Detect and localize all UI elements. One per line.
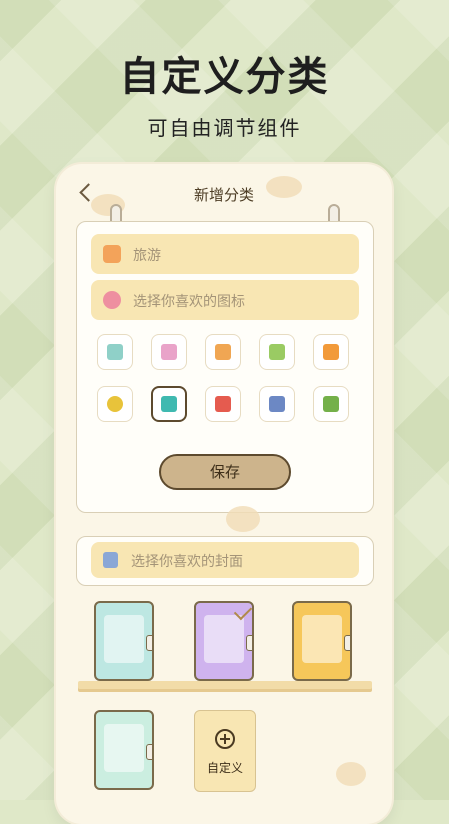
icon-select-placeholder: 选择你喜欢的图标: [133, 294, 245, 310]
icon-option-house[interactable]: [313, 386, 349, 422]
top-bar: 新增分类: [56, 164, 392, 224]
bookshelf: [78, 681, 372, 689]
cookie-decoration: [336, 762, 366, 786]
custom-cover-button[interactable]: 自定义: [194, 710, 256, 792]
promo-subline: 可自由调节组件: [147, 116, 302, 140]
suitcase-icon: [103, 245, 121, 263]
category-name-value: 旅游: [133, 248, 161, 264]
bag-icon: [215, 344, 231, 360]
phone-screen: 新增分类 旅游 选择你喜欢的图标 保存 选择你喜欢的封面 自定义: [56, 164, 392, 824]
cover-christmas[interactable]: [94, 710, 154, 790]
cover-illustration: [302, 615, 342, 663]
book-icon: [215, 396, 231, 412]
category-form-card: 旅游 选择你喜欢的图标 保存: [76, 221, 374, 513]
book-tab: [344, 635, 350, 651]
icon-option-search[interactable]: [97, 386, 133, 422]
cover-illustration: [104, 615, 144, 663]
heart-icon: [103, 291, 121, 309]
icon-option-document[interactable]: [313, 334, 349, 370]
house-icon: [323, 396, 339, 412]
book-tab: [146, 744, 152, 760]
custom-cover-label: 自定义: [206, 761, 243, 775]
plus-icon: [215, 729, 235, 749]
promo-headline: 自定义分类: [119, 54, 330, 100]
cover-girl-reading[interactable]: [94, 601, 154, 681]
icon-option-note[interactable]: [97, 334, 133, 370]
icon-option-book[interactable]: [205, 386, 241, 422]
icon-option-bag[interactable]: [205, 334, 241, 370]
cover-boy-computer[interactable]: [292, 601, 352, 681]
backpack-icon: [161, 396, 177, 412]
cookie-decoration: [226, 506, 260, 532]
cover-select-field[interactable]: 选择你喜欢的封面: [91, 542, 359, 578]
save-button[interactable]: 保存: [159, 454, 291, 490]
cover-select-card: 选择你喜欢的封面: [76, 536, 374, 586]
cover-illustration: [204, 615, 244, 663]
search-icon: [107, 396, 123, 412]
shop-icon: [161, 344, 177, 360]
cover-select-placeholder: 选择你喜欢的封面: [131, 554, 243, 570]
icon-select-field[interactable]: 选择你喜欢的图标: [91, 280, 359, 320]
icon-option-shop[interactable]: [151, 334, 187, 370]
document-icon: [323, 344, 339, 360]
map-icon: [269, 396, 285, 412]
icon-option-gift[interactable]: [259, 334, 295, 370]
icon-option-backpack-selected[interactable]: [151, 386, 187, 422]
category-name-field[interactable]: 旅游: [91, 234, 359, 274]
gift-icon: [269, 344, 285, 360]
page-title: 新增分类: [193, 186, 254, 204]
book-tab: [246, 635, 252, 651]
cover-icon: [103, 552, 118, 568]
icon-option-map[interactable]: [259, 386, 295, 422]
cover-illustration: [104, 724, 144, 772]
note-icon: [107, 344, 123, 360]
book-tab: [146, 635, 152, 651]
